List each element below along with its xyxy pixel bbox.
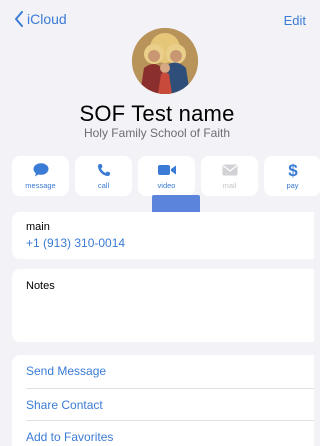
- envelope-icon: [222, 164, 237, 176]
- message-bubble-icon: [33, 163, 48, 177]
- contact-company: Holy Family School of Faith: [83, 126, 231, 140]
- svg-text:$: $: [288, 161, 298, 179]
- holy-family-icon: [132, 28, 198, 94]
- contact-name: SOF Test name: [79, 101, 235, 126]
- add-to-favorites-link[interactable]: Add to Favorites: [26, 420, 314, 446]
- dollar-icon: $: [288, 161, 298, 179]
- mail-action-label: mail: [222, 181, 237, 190]
- video-action-label: video: [157, 181, 176, 190]
- edit-button[interactable]: Edit: [284, 13, 306, 28]
- phone-card[interactable]: main +1 (913) 310-0014: [12, 212, 314, 259]
- share-contact-link[interactable]: Share Contact: [26, 388, 314, 420]
- phone-label: main: [26, 221, 50, 233]
- notes-card[interactable]: Notes: [12, 269, 314, 342]
- send-message-link[interactable]: Send Message: [26, 355, 314, 387]
- call-action-button[interactable]: call: [75, 156, 132, 196]
- call-action-label: call: [97, 181, 110, 190]
- quick-actions: message call video mail $ pay: [12, 156, 320, 196]
- phone-icon: [97, 164, 110, 176]
- chevron-left-icon: [15, 11, 23, 27]
- video-camera-icon: [157, 165, 176, 175]
- pay-action-label: pay: [286, 181, 299, 190]
- back-button[interactable]: iCloud: [14, 11, 67, 27]
- contact-avatar[interactable]: [132, 28, 198, 94]
- back-button-label: iCloud: [27, 11, 67, 27]
- message-action-label: message: [25, 181, 56, 190]
- pay-action-button[interactable]: $ pay: [264, 156, 320, 196]
- phone-number-link[interactable]: +1 (913) 310-0014: [26, 236, 125, 250]
- contact-actions-list: Send Message Share Contact Add to Favori…: [12, 355, 314, 446]
- notes-label: Notes: [26, 280, 55, 292]
- video-action-button[interactable]: video: [138, 156, 195, 196]
- message-action-button[interactable]: message: [12, 156, 69, 196]
- mail-action-button[interactable]: mail: [201, 156, 258, 196]
